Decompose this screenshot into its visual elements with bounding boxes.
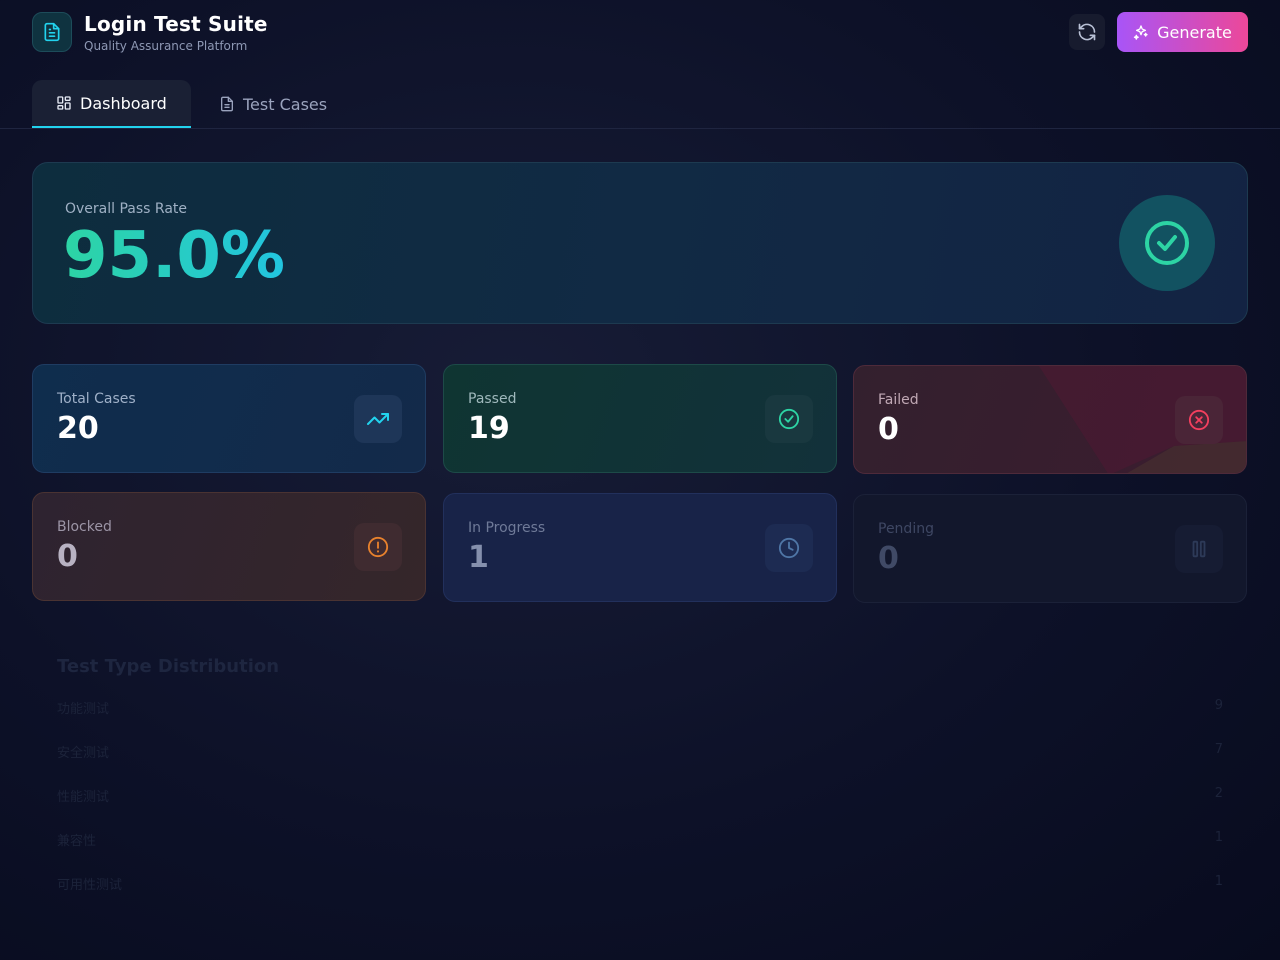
alert-circle-icon xyxy=(367,536,389,558)
distribution-type: 性能测试 xyxy=(57,790,110,805)
app-subtitle: Quality Assurance Platform xyxy=(84,39,248,53)
stat-value: 1 xyxy=(468,540,489,575)
app-logo xyxy=(32,12,72,52)
stat-card-pending: Pending 0 xyxy=(853,494,1247,603)
stat-icon-box xyxy=(1175,396,1223,444)
sparkles-icon xyxy=(1133,25,1148,40)
trending-up-icon xyxy=(367,413,389,425)
generate-button[interactable]: Generate xyxy=(1117,12,1248,52)
tab-bar: Dashboard Test Cases xyxy=(0,80,1280,129)
check-circle-icon xyxy=(1145,221,1189,265)
stat-label: In Progress xyxy=(468,520,546,536)
clock-icon xyxy=(778,537,800,559)
distribution-row: 可用性测试 1 xyxy=(57,874,1223,894)
stat-value: 0 xyxy=(878,541,899,576)
stat-card-blocked: Blocked 0 xyxy=(32,492,426,601)
distribution-count: 7 xyxy=(1214,742,1223,757)
refresh-button[interactable] xyxy=(1069,14,1105,50)
stat-icon-box xyxy=(354,523,402,571)
tab-dashboard-label: Dashboard xyxy=(80,93,167,113)
x-circle-icon xyxy=(1188,409,1210,431)
top-bar: Login Test Suite Quality Assurance Platf… xyxy=(0,0,1280,64)
stat-label: Failed xyxy=(878,392,919,408)
document-icon xyxy=(44,22,60,42)
stat-value: 19 xyxy=(468,411,510,446)
tab-test-cases-label: Test Cases xyxy=(243,94,328,114)
pass-rate-badge xyxy=(1119,195,1215,291)
stat-icon-box xyxy=(1175,525,1223,573)
stat-label: Blocked xyxy=(57,519,112,535)
distribution-title: Test Type Distribution xyxy=(57,656,280,677)
pass-rate-label: Overall Pass Rate xyxy=(65,201,188,217)
distribution-count: 2 xyxy=(1214,786,1223,801)
tab-dashboard[interactable]: Dashboard xyxy=(32,80,191,128)
distribution-count: 1 xyxy=(1214,874,1223,889)
stat-label: Passed xyxy=(468,391,517,407)
stat-card-in-progress: In Progress 1 xyxy=(443,493,837,602)
distribution-row: 兼容性 1 xyxy=(57,830,1223,850)
stat-card-passed: Passed 19 xyxy=(443,364,837,473)
distribution-type: 兼容性 xyxy=(57,834,97,849)
pass-rate-value: 95.0% xyxy=(63,219,286,293)
distribution-row: 功能测试 9 xyxy=(57,698,1223,718)
document-icon xyxy=(221,96,233,112)
distribution-count: 9 xyxy=(1214,698,1223,713)
distribution-row: 安全测试 7 xyxy=(57,742,1223,762)
distribution-type: 安全测试 xyxy=(57,746,110,761)
check-circle-icon xyxy=(778,408,800,430)
stat-label: Total Cases xyxy=(57,391,136,407)
stat-icon-box xyxy=(765,524,813,572)
generate-label: Generate xyxy=(1157,22,1232,42)
grid-icon xyxy=(57,96,71,110)
tab-test-cases[interactable]: Test Cases xyxy=(219,80,327,128)
pass-rate-card: Overall Pass Rate 95.0% xyxy=(32,162,1248,324)
distribution-count: 1 xyxy=(1214,830,1223,845)
app-title: Login Test Suite xyxy=(84,12,268,36)
distribution-type: 可用性测试 xyxy=(57,878,123,893)
pause-icon xyxy=(1192,540,1206,558)
stat-card-failed: Failed 0 xyxy=(853,365,1247,474)
stat-card-total: Total Cases 20 xyxy=(32,364,426,473)
refresh-icon xyxy=(1078,23,1096,41)
stat-value: 20 xyxy=(57,411,99,446)
distribution-row: 性能测试 2 xyxy=(57,786,1223,806)
stat-value: 0 xyxy=(878,412,899,447)
distribution-type: 功能测试 xyxy=(57,702,110,717)
stat-value: 0 xyxy=(57,539,78,574)
stat-icon-box xyxy=(354,395,402,443)
stat-label: Pending xyxy=(878,521,934,537)
stat-icon-box xyxy=(765,395,813,443)
